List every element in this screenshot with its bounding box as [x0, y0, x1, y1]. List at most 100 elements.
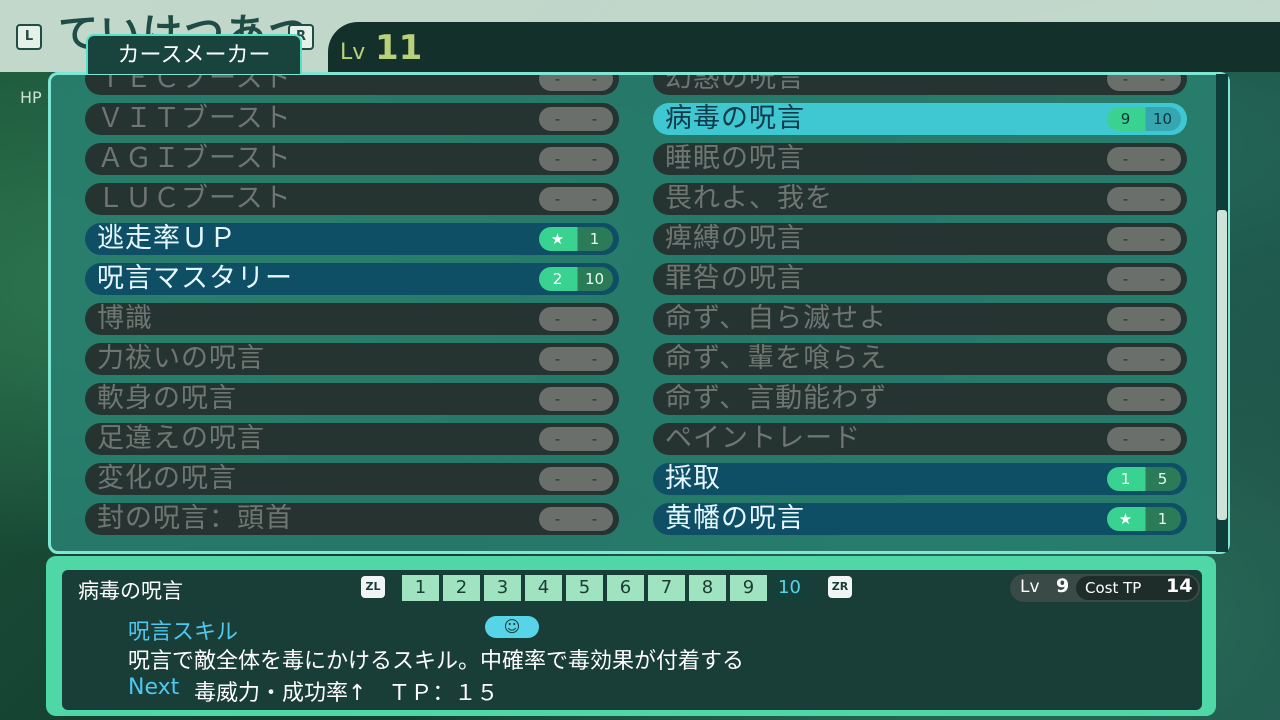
skill-level-pill: --: [539, 147, 613, 171]
level-tab[interactable]: 9: [730, 575, 767, 601]
skill-level-current: 2: [552, 270, 563, 288]
skill-level-max: -: [1159, 270, 1166, 288]
skill-level-max: -: [1159, 150, 1166, 168]
skill-name: 博識: [97, 303, 153, 334]
skill-level-current: -: [554, 390, 561, 408]
skill-name: 睡眠の呪言: [665, 143, 805, 174]
skill-level-pill: --: [1107, 147, 1181, 171]
skill-row[interactable]: 呪言マスタリー 2 10: [85, 263, 619, 295]
skill-row[interactable]: 逃走率ＵＰ ★ 1: [85, 223, 619, 255]
skill-row[interactable]: 幻惑の呪言 - -: [653, 72, 1187, 95]
skill-name: 罪咎の呪言: [665, 263, 805, 294]
skill-row[interactable]: 睡眠の呪言 - -: [653, 143, 1187, 175]
skill-level-pill: --: [539, 347, 613, 371]
skill-name: ＶＩＴブースト: [97, 103, 292, 134]
level-tab[interactable]: 8: [689, 575, 726, 601]
skill-row[interactable]: ＶＩＴブースト - -: [85, 103, 619, 135]
skill-level-max: -: [1159, 72, 1166, 88]
skill-name: 足違えの呪言: [97, 423, 265, 454]
level-tab[interactable]: 6: [607, 575, 644, 601]
skill-level-max: -: [591, 350, 598, 368]
skill-row[interactable]: 博識 - -: [85, 303, 619, 335]
skill-name: 命ず、自ら滅せよ: [665, 303, 888, 334]
skill-level-max: -: [1159, 190, 1166, 208]
class-name-tab: カースメーカー: [86, 34, 302, 74]
level-value: 11: [375, 28, 423, 68]
scrollbar-thumb[interactable]: [1217, 210, 1227, 520]
skill-level-max: -: [1159, 310, 1166, 328]
skill-row[interactable]: ＡＧＩブースト - -: [85, 143, 619, 175]
skill-name: 命ず、輩を喰らえ: [665, 343, 888, 374]
skill-name: 封の呪言：頭首: [97, 503, 293, 534]
skill-level-pill: ★ 1: [1107, 507, 1181, 531]
skill-row[interactable]: 罪咎の呪言 - -: [653, 263, 1187, 295]
level-tab[interactable]: 7: [648, 575, 685, 601]
skill-level-current: -: [1122, 230, 1129, 248]
level-tab[interactable]: 3: [484, 575, 521, 601]
skill-row[interactable]: 命ず、言動能わず - -: [653, 383, 1187, 415]
skill-row[interactable]: 封の呪言：頭首 - -: [85, 503, 619, 535]
skill-info-title: 病毒の呪言: [78, 579, 183, 603]
level-tab[interactable]: 5: [566, 575, 603, 601]
skill-level-pill: --: [1107, 72, 1181, 91]
skill-description: 呪言で敵全体を毒にかけるスキル。中確率で毒効果が付着する: [128, 649, 745, 674]
next-label: Next: [128, 675, 180, 700]
skill-name: ＬＵＣブースト: [97, 183, 292, 214]
skill-row[interactable]: 力祓いの呪言 - -: [85, 343, 619, 375]
skill-level-max: -: [591, 190, 598, 208]
skill-level-current: -: [554, 470, 561, 488]
skill-level-current: -: [1122, 310, 1129, 328]
level-tab[interactable]: 1: [402, 575, 439, 601]
skill-level-pill: 9 10: [1107, 107, 1181, 131]
zr-button-icon[interactable]: ZR: [828, 576, 852, 598]
skill-row[interactable]: 命ず、輩を喰らえ - -: [653, 343, 1187, 375]
skill-row[interactable]: 変化の呪言 - -: [85, 463, 619, 495]
skill-level-max: 10: [584, 270, 605, 288]
skill-level-max: 1: [1157, 510, 1168, 528]
skill-name: 力祓いの呪言: [97, 343, 265, 374]
skill-level-pill: --: [1107, 267, 1181, 291]
skill-name: 軟身の呪言: [97, 383, 237, 414]
skill-row[interactable]: 畏れよ、我を - -: [653, 183, 1187, 215]
skill-level-max: -: [591, 72, 598, 88]
skill-row[interactable]: 痺縛の呪言 - -: [653, 223, 1187, 255]
skill-level-pill: --: [1107, 347, 1181, 371]
skill-name: 逃走率ＵＰ: [97, 223, 237, 254]
skill-level-max: -: [1159, 430, 1166, 448]
info-lv-value: 9: [1056, 575, 1070, 597]
skill-level-pill: --: [539, 387, 613, 411]
zl-button-icon[interactable]: ZL: [361, 576, 385, 598]
skill-level-current: ★: [1118, 510, 1133, 528]
skill-row[interactable]: 軟身の呪言 - -: [85, 383, 619, 415]
level-tab[interactable]: 10: [771, 575, 808, 601]
level-tab[interactable]: 2: [443, 575, 480, 601]
skill-level-max: -: [591, 110, 598, 128]
level-tab[interactable]: 4: [525, 575, 562, 601]
skill-level-current: -: [1122, 190, 1129, 208]
skill-level-max: -: [591, 430, 598, 448]
skill-type-label: 呪言スキル: [128, 620, 239, 645]
skill-row[interactable]: 黄幡の呪言 ★ 1: [653, 503, 1187, 535]
face-icon: ☺: [485, 616, 539, 638]
skill-row[interactable]: ペイントレード - -: [653, 423, 1187, 455]
skill-level-current: 9: [1120, 110, 1131, 128]
skill-level-max: 10: [1152, 110, 1173, 128]
skill-level-pill: --: [1107, 387, 1181, 411]
skill-name: 病毒の呪言: [665, 103, 805, 134]
skill-level-current: -: [1122, 150, 1129, 168]
skill-level-max: -: [1159, 390, 1166, 408]
skill-level-pill: --: [539, 107, 613, 131]
skill-row[interactable]: 採取 1 5: [653, 463, 1187, 495]
skill-level-pill: --: [1107, 427, 1181, 451]
skill-level-pill: ★ 1: [539, 227, 613, 251]
skill-row[interactable]: ＬＵＣブースト - -: [85, 183, 619, 215]
skill-level-current: -: [554, 350, 561, 368]
skill-name: 命ず、言動能わず: [665, 383, 888, 414]
skill-level-current: -: [1122, 430, 1129, 448]
skill-row[interactable]: 足違えの呪言 - -: [85, 423, 619, 455]
skill-level-pill: 15: [1107, 467, 1181, 491]
skill-row[interactable]: 命ず、自ら滅せよ - -: [653, 303, 1187, 335]
skill-level-pill: --: [539, 72, 613, 91]
skill-row[interactable]: 病毒の呪言 9 10: [653, 103, 1187, 135]
skill-level-current: 1: [1120, 470, 1131, 488]
